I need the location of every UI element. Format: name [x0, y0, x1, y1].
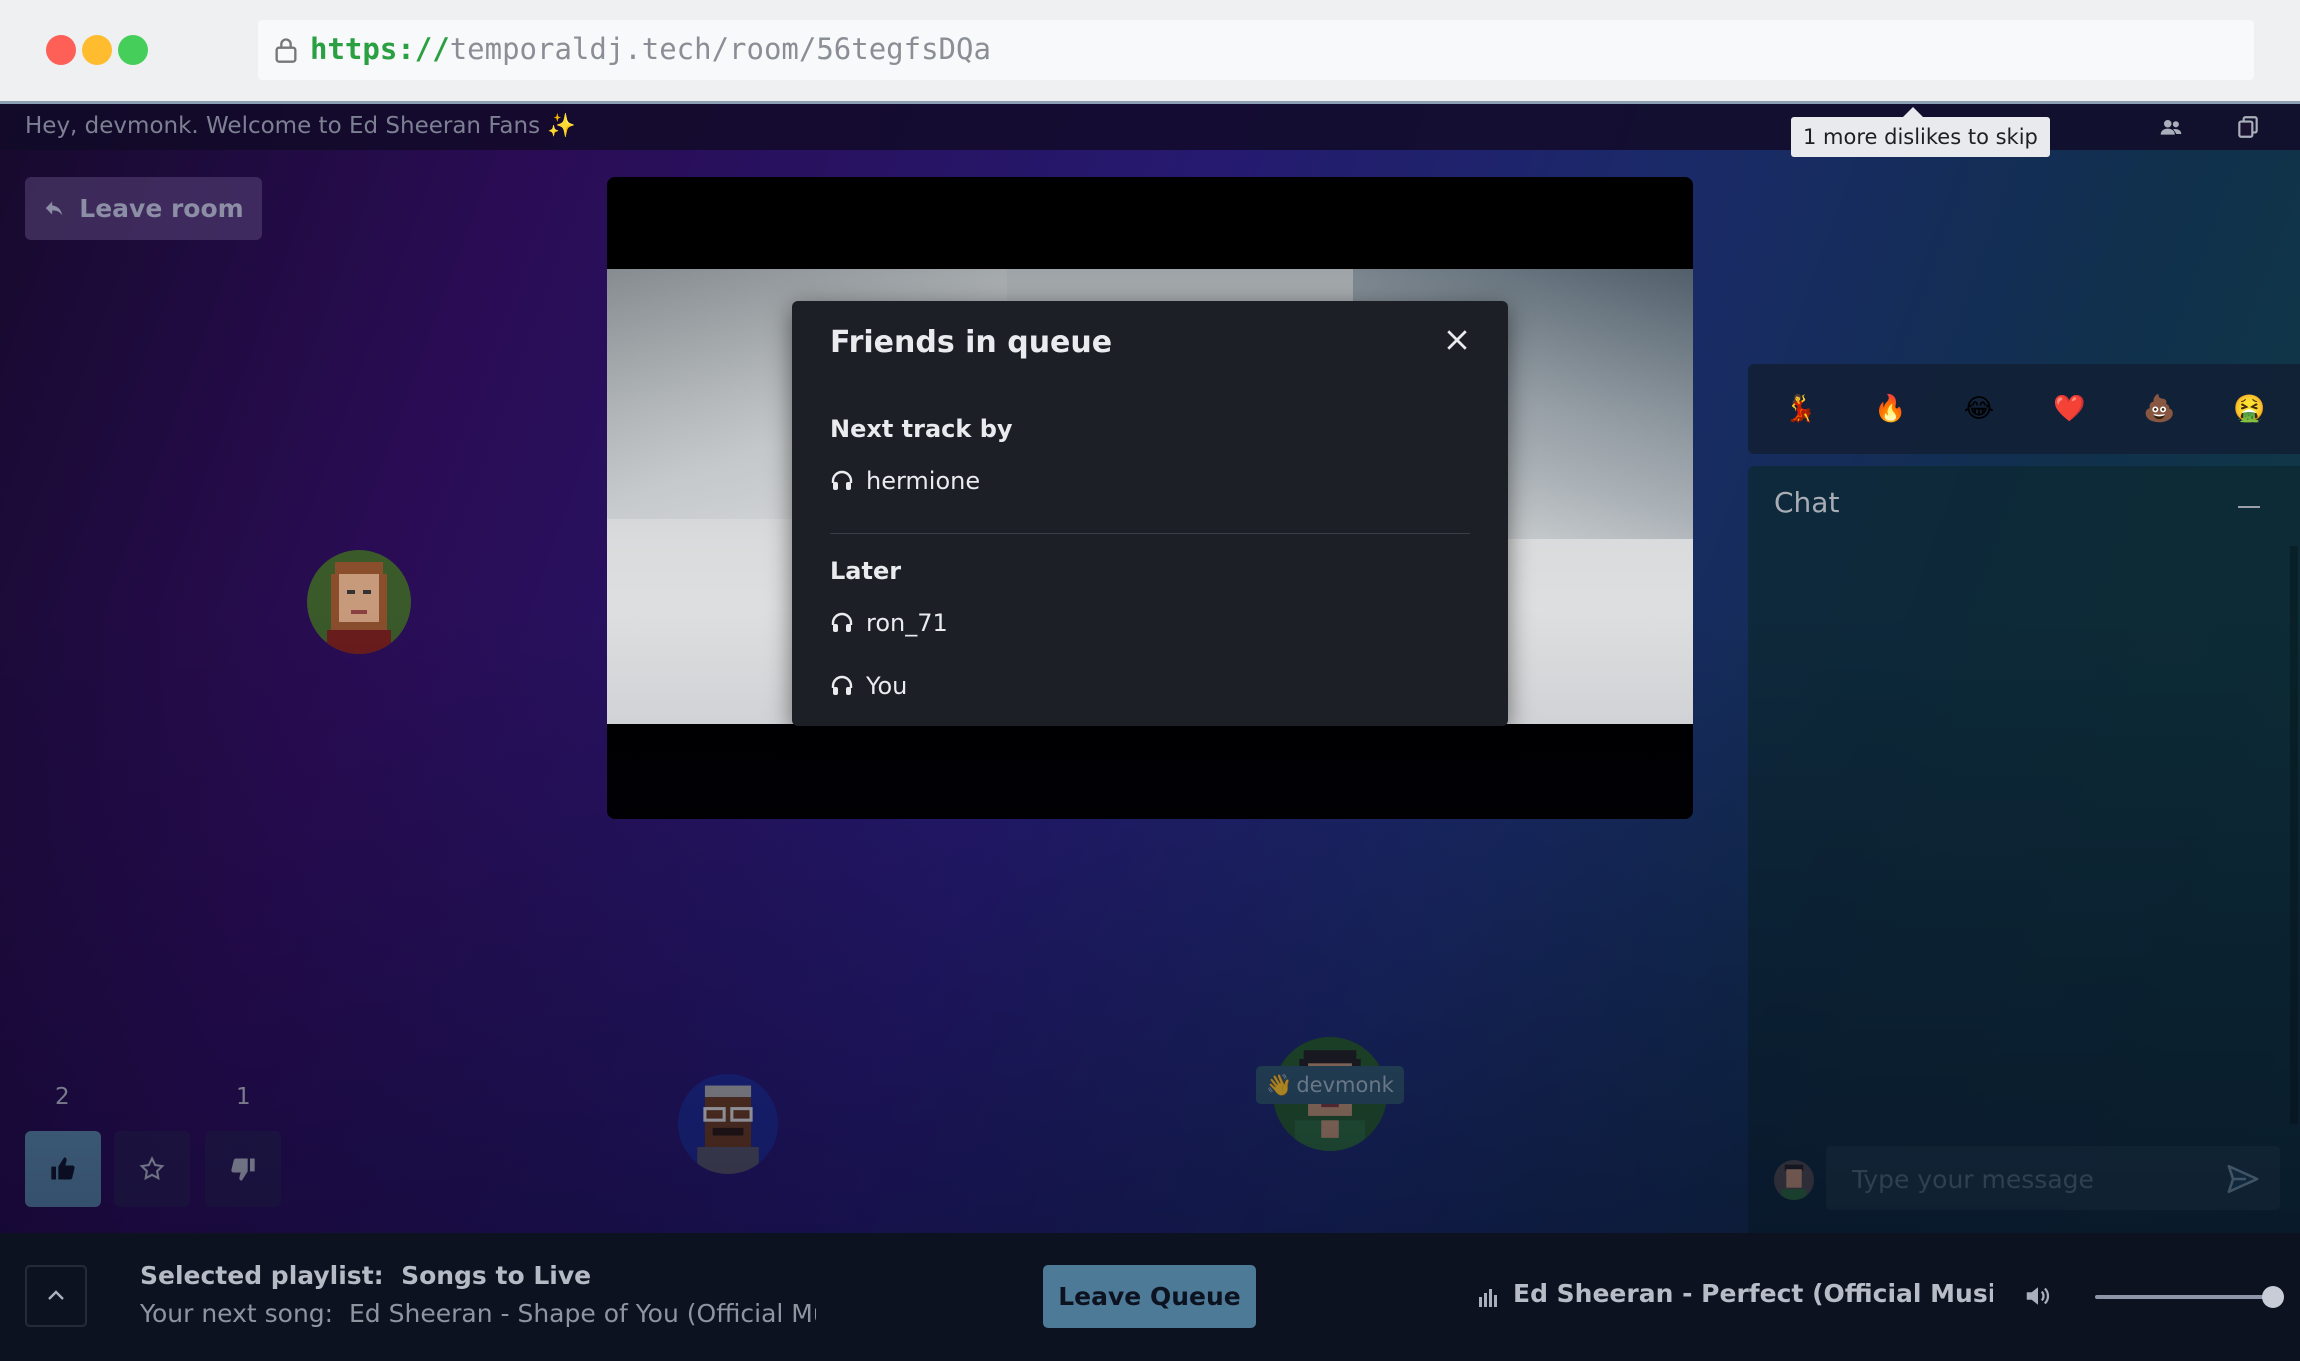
reply-arrow-icon: [46, 201, 63, 215]
chat-scrollbar[interactable]: [2290, 546, 2298, 1124]
modal-title: Friends in queue: [830, 325, 1113, 360]
playlist-name[interactable]: Songs to Live: [401, 1261, 591, 1290]
chat-message-input[interactable]: [1826, 1146, 2214, 1212]
friends-in-queue-modal: Friends in queue Next track by hermione …: [792, 301, 1508, 726]
self-name: devmonk: [1296, 1073, 1394, 1097]
playlist-label: Selected playlist:: [140, 1261, 384, 1290]
equalizer-icon: [1479, 1289, 1497, 1307]
next-song-title: Ed Sheeran - Shape of You (Official Musi…: [349, 1299, 816, 1328]
like-button[interactable]: [25, 1131, 101, 1207]
lock-icon: [275, 38, 297, 63]
reaction-poop[interactable]: 💩: [2143, 394, 2175, 424]
expand-playlist-button[interactable]: [25, 1265, 87, 1327]
star-icon: [139, 1156, 165, 1181]
users-icon[interactable]: [2158, 114, 2184, 140]
next-song: Your next song: Ed Sheeran - Shape of Yo…: [140, 1299, 816, 1328]
chat-user-avatar: [1774, 1160, 1814, 1200]
reaction-heart[interactable]: ❤️: [2053, 394, 2085, 424]
copy-icon[interactable]: [2235, 114, 2261, 140]
pixel-avatar-icon: [1774, 1160, 1814, 1200]
reactions-bar: 💃 🔥 😂 ❤️ 💩 🤮: [1748, 364, 2300, 454]
volume-icon[interactable]: [2022, 1281, 2054, 1311]
url-text: https://temporaldj.tech/room/56tegfsDQa: [310, 32, 991, 66]
self-name-tag: 👋 devmonk: [1256, 1066, 1404, 1104]
window-close-button[interactable]: [46, 35, 76, 65]
wave-icon: 👋: [1266, 1072, 1293, 1097]
volume-slider[interactable]: [2095, 1295, 2275, 1299]
close-icon[interactable]: [1442, 325, 1472, 355]
headphones-icon: [831, 612, 853, 632]
chat-input-box: [1826, 1146, 2280, 1212]
queue-user-name: You: [866, 672, 908, 700]
window-minimize-button[interactable]: [82, 35, 112, 65]
address-bar[interactable]: https://temporaldj.tech/room/56tegfsDQa: [258, 20, 2254, 80]
thumbs-up-icon: [51, 1157, 75, 1180]
volume-slider-handle[interactable]: [2262, 1286, 2284, 1308]
reaction-fire[interactable]: 🔥: [1874, 394, 1906, 424]
user-avatar[interactable]: [678, 1074, 778, 1174]
welcome-message: Hey, devmonk. Welcome to Ed Sheeran Fans…: [25, 113, 577, 139]
leave-room-label: Leave room: [79, 194, 244, 223]
leave-room-button[interactable]: Leave room: [25, 177, 262, 240]
dislike-button[interactable]: [205, 1131, 281, 1207]
headphones-icon: [831, 470, 853, 490]
chevron-up-icon: [48, 1290, 64, 1300]
now-playing-title: Ed Sheeran - Perfect (Official Music Vid…: [1513, 1279, 1993, 1308]
later-heading: Later: [830, 557, 902, 585]
user-avatar[interactable]: [307, 550, 411, 654]
url-scheme: https://: [310, 32, 450, 66]
leave-queue-button[interactable]: Leave Queue: [1043, 1265, 1256, 1328]
thumbs-down-icon: [231, 1158, 255, 1181]
headphones-icon: [831, 675, 853, 695]
reaction-vomit[interactable]: 🤮: [2233, 394, 2265, 424]
minimize-chat-button[interactable]: [2238, 506, 2260, 508]
queue-user-name: ron_71: [866, 609, 948, 637]
queue-user-name: hermione: [866, 467, 981, 495]
room-view: Hey, devmonk. Welcome to Ed Sheeran Fans…: [0, 104, 2300, 1361]
browser-chrome: https://temporaldj.tech/room/56tegfsDQa: [0, 0, 2300, 104]
reaction-dance[interactable]: 💃: [1784, 394, 1816, 424]
selected-playlist: Selected playlist: Songs to Live: [140, 1261, 591, 1290]
queue-item: You: [830, 672, 907, 700]
favorite-button[interactable]: [114, 1131, 190, 1207]
queue-item: hermione: [830, 467, 980, 495]
queue-item: ron_71: [830, 609, 948, 637]
modal-divider: [830, 533, 1470, 534]
window-maximize-button[interactable]: [118, 35, 148, 65]
pixel-avatar-icon: [327, 562, 391, 654]
url-path: temporaldj.tech/room/56tegfsDQa: [449, 32, 991, 66]
player-bar: Selected playlist: Songs to Live Your ne…: [0, 1233, 2300, 1361]
dislike-count: 1: [236, 1084, 251, 1110]
next-song-label: Your next song:: [140, 1299, 334, 1328]
send-icon[interactable]: [2226, 1162, 2260, 1196]
chat-panel: Chat: [1748, 466, 2300, 1361]
next-track-heading: Next track by: [830, 415, 1013, 443]
pixel-avatar-icon: [697, 1085, 759, 1174]
like-count: 2: [55, 1084, 70, 1110]
chat-title: Chat: [1774, 486, 1840, 519]
reaction-laugh[interactable]: 😂: [1963, 394, 1995, 424]
skip-tooltip: 1 more dislikes to skip: [1791, 107, 2050, 157]
